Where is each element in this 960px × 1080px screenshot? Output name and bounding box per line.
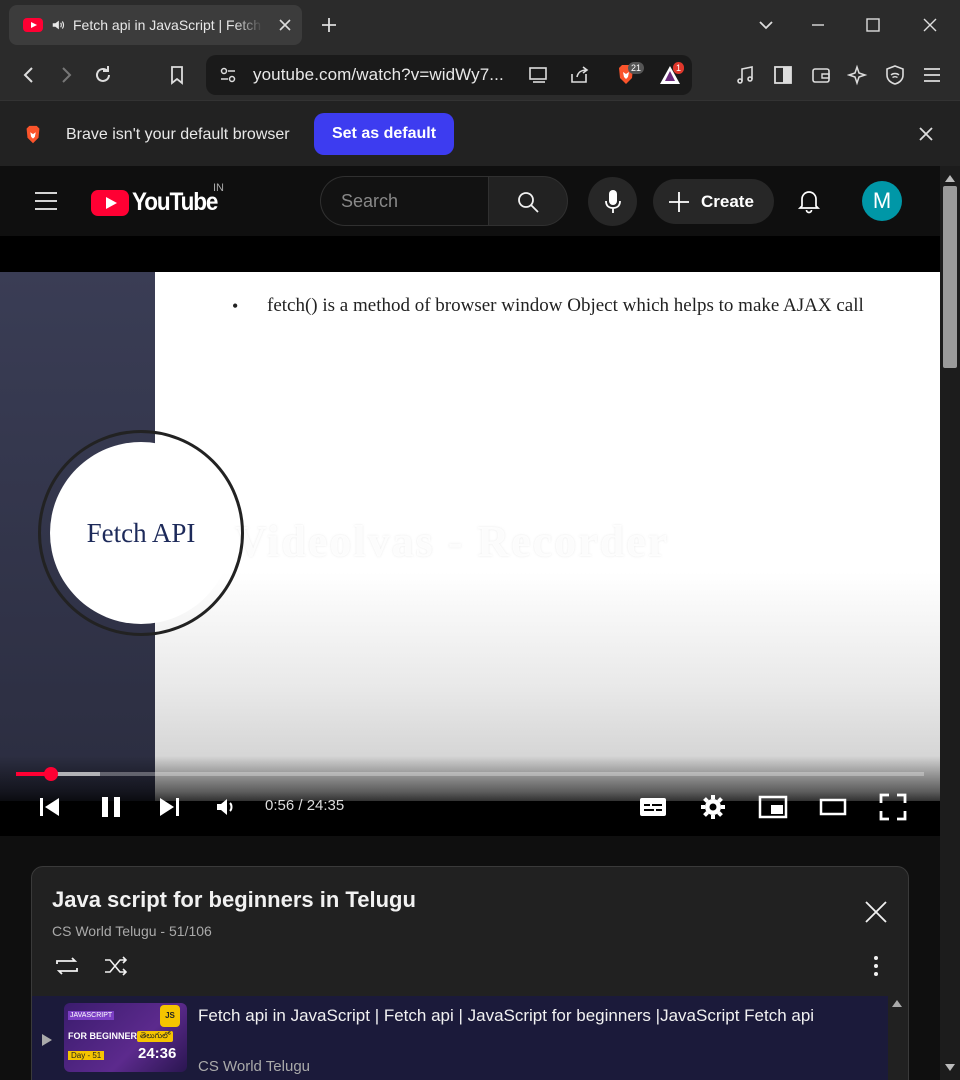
vpn-icon[interactable] xyxy=(884,64,906,86)
browser-tab[interactable]: Fetch api in JavaScript | Fetch api | Ja… xyxy=(9,5,302,45)
close-window-icon[interactable] xyxy=(919,14,941,36)
sidebar-icon[interactable] xyxy=(772,64,794,86)
rewards-count-badge: 1 xyxy=(673,62,685,74)
close-playlist-icon[interactable] xyxy=(863,899,889,925)
theater-mode-icon[interactable] xyxy=(818,792,848,822)
playlist-scroll-up-icon[interactable] xyxy=(892,999,902,1007)
miniplayer-icon[interactable] xyxy=(758,792,788,822)
notifications-bell-icon[interactable] xyxy=(797,188,821,214)
microphone-icon xyxy=(605,190,621,213)
player-controls-gradient xyxy=(0,756,940,836)
country-code: IN xyxy=(213,182,224,194)
shuffle-icon[interactable] xyxy=(102,954,130,978)
previous-icon[interactable] xyxy=(35,792,65,822)
url-text: youtube.com/watch?v=widWy7... xyxy=(253,65,504,84)
slide-circle-title: Fetch API xyxy=(86,517,196,548)
playlist-title[interactable]: Java script for beginners in Telugu xyxy=(52,887,416,913)
shields-count-badge: 21 xyxy=(628,62,645,74)
set-as-default-button[interactable]: Set as default xyxy=(314,113,454,155)
default-browser-infobar: Brave isn't your default browser Set as … xyxy=(0,100,960,166)
fullscreen-icon[interactable] xyxy=(878,792,908,822)
speaker-icon[interactable] xyxy=(51,18,65,32)
bookmark-icon[interactable] xyxy=(166,64,188,86)
brave-logo-icon xyxy=(26,125,40,144)
thumb-heading: FOR BEGINNERS xyxy=(68,1031,144,1041)
address-bar[interactable]: youtube.com/watch?v=widWy7... 21 1 xyxy=(206,55,692,95)
minimize-icon[interactable] xyxy=(807,14,829,36)
tab-search-chevron-icon[interactable] xyxy=(755,14,777,36)
forward-icon[interactable] xyxy=(55,64,77,86)
playlist-item-current[interactable]: JAVASCRIPT FOR BEGINNERS Day - 51 JS తెల… xyxy=(32,996,888,1080)
javascript-logo-icon: JS xyxy=(160,1005,180,1027)
thumb-day: Day - 51 xyxy=(68,1051,105,1060)
more-actions-icon[interactable] xyxy=(873,955,879,977)
menu-icon[interactable] xyxy=(921,64,943,86)
playlist-item-channel[interactable]: CS World Telugu xyxy=(198,1058,310,1075)
thumb-tag: JAVASCRIPT xyxy=(68,1011,115,1020)
playlist-panel: Java script for beginners in Telugu CS W… xyxy=(31,866,909,1080)
scroll-up-arrow-icon[interactable] xyxy=(945,174,955,182)
loop-icon[interactable] xyxy=(53,954,81,978)
create-label: Create xyxy=(701,191,754,211)
scrollbar-thumb[interactable] xyxy=(943,186,957,368)
create-button[interactable]: Create xyxy=(653,179,774,224)
infobar-close-icon[interactable] xyxy=(918,126,934,142)
share-icon[interactable] xyxy=(569,65,591,85)
search-icon xyxy=(518,192,539,213)
tab-title: Fetch api in JavaScript | Fetch api | Ja… xyxy=(73,17,263,33)
close-tab-icon[interactable] xyxy=(278,18,292,32)
now-playing-icon xyxy=(42,1034,52,1046)
account-avatar[interactable]: M xyxy=(862,181,902,221)
thumb-duration: 24:36 xyxy=(138,1045,177,1062)
video-frame[interactable]: • fetch() is a method of browser window … xyxy=(0,272,940,801)
video-thumbnail[interactable]: JAVASCRIPT FOR BEGINNERS Day - 51 JS తెల… xyxy=(64,1003,187,1072)
reload-icon[interactable] xyxy=(92,64,114,86)
site-settings-icon[interactable] xyxy=(218,65,238,85)
new-tab-icon[interactable] xyxy=(318,14,340,36)
playlist-item-title[interactable]: Fetch api in JavaScript | Fetch api | Ja… xyxy=(198,1003,818,1028)
playlist-meta[interactable]: CS World Telugu - 51/106 xyxy=(52,923,212,939)
music-icon[interactable] xyxy=(734,64,756,86)
video-player[interactable]: • fetch() is a method of browser window … xyxy=(0,236,940,836)
scroll-down-arrow-icon[interactable] xyxy=(945,1064,955,1072)
volume-icon[interactable] xyxy=(212,792,242,822)
youtube-play-logo-icon xyxy=(91,189,129,216)
search-box xyxy=(320,176,489,226)
settings-gear-icon[interactable] xyxy=(698,792,728,822)
youtube-logo[interactable]: YouTube IN xyxy=(91,182,227,217)
tab-strip: Fetch api in JavaScript | Fetch api | Ja… xyxy=(0,0,960,50)
slide-bullet: • xyxy=(232,296,239,316)
youtube-wordmark: YouTube xyxy=(132,188,218,216)
cast-icon[interactable] xyxy=(528,65,550,85)
leo-ai-icon[interactable] xyxy=(847,64,869,86)
youtube-favicon-icon xyxy=(23,18,43,32)
guide-menu-icon[interactable] xyxy=(34,190,58,212)
search-input[interactable] xyxy=(321,177,489,225)
search-button[interactable] xyxy=(488,176,568,226)
scrubber-handle[interactable] xyxy=(43,767,58,781)
recorder-watermark: Videolvas - Recorder xyxy=(235,517,670,566)
thumb-language: తెలుగులో xyxy=(137,1031,174,1042)
back-icon[interactable] xyxy=(18,64,40,86)
wallet-icon[interactable] xyxy=(810,64,832,86)
voice-search-button[interactable] xyxy=(588,177,637,226)
slide-text: fetch() is a method of browser window Ob… xyxy=(267,295,864,316)
slide-circle: Fetch API xyxy=(50,442,232,624)
infobar-message: Brave isn't your default browser xyxy=(66,126,290,143)
subtitles-icon[interactable] xyxy=(638,792,668,822)
time-display: 0:56 / 24:35 xyxy=(265,797,345,814)
plus-icon xyxy=(669,191,689,212)
next-icon[interactable] xyxy=(154,792,184,822)
progress-bar[interactable] xyxy=(16,767,924,781)
maximize-icon[interactable] xyxy=(862,14,884,36)
page-scrollbar[interactable] xyxy=(940,166,960,1080)
pause-icon[interactable] xyxy=(96,792,126,822)
